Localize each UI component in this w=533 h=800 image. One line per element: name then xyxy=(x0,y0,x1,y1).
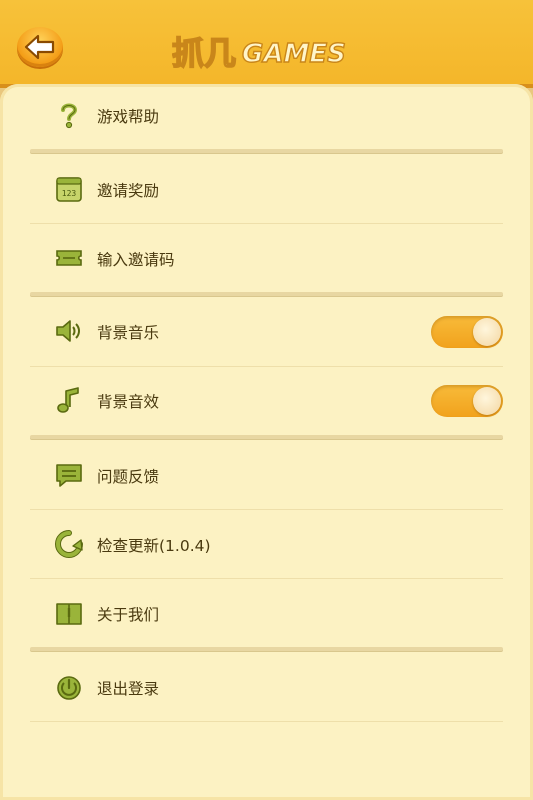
menu-item-help[interactable]: 游戏帮助 xyxy=(30,86,503,146)
refresh-icon xyxy=(55,530,83,558)
menu-label-bg-sound: 背景音效 xyxy=(97,393,160,411)
row-divider xyxy=(30,366,503,367)
app-logo: 抓几 GAMES xyxy=(171,30,362,74)
menu-item-enter-invite[interactable]: 输入邀请码 xyxy=(30,229,503,289)
menu-label-about: 关于我们 xyxy=(97,606,160,624)
menu-item-about[interactable]: 关于我们 xyxy=(30,584,503,644)
ticket-icon xyxy=(56,250,82,266)
toggle-knob xyxy=(473,318,501,346)
back-arrow-icon xyxy=(24,34,55,60)
speaker-icon xyxy=(56,320,80,342)
question-icon xyxy=(61,103,78,129)
back-button[interactable] xyxy=(17,27,63,67)
menu-item-invite-reward[interactable]: 123 邀请奖励 xyxy=(30,160,503,220)
section-divider xyxy=(30,435,503,439)
section-divider xyxy=(30,647,503,651)
message-icon xyxy=(56,464,82,487)
toggle-knob xyxy=(473,387,501,415)
row-divider xyxy=(30,509,503,510)
bg-sound-toggle[interactable] xyxy=(431,385,503,417)
logo-suffix: GAMES xyxy=(242,39,346,69)
menu-label-check-update: 检查更新(1.0.4) xyxy=(97,537,211,555)
menu-item-feedback[interactable]: 问题反馈 xyxy=(30,446,503,506)
menu-label-help: 游戏帮助 xyxy=(97,108,160,126)
menu-label-logout: 退出登录 xyxy=(97,680,160,698)
menu-label-bg-music: 背景音乐 xyxy=(97,324,160,342)
row-divider xyxy=(30,721,503,722)
menu-label-enter-invite: 输入邀请码 xyxy=(97,251,175,269)
menu-item-check-update[interactable]: 检查更新(1.0.4) xyxy=(30,515,503,575)
menu-label-invite-reward: 邀请奖励 xyxy=(97,182,160,200)
power-icon xyxy=(57,676,81,700)
section-divider xyxy=(30,149,503,153)
book-icon xyxy=(56,603,82,625)
row-divider xyxy=(30,223,503,224)
menu-item-logout[interactable]: 退出登录 xyxy=(30,658,503,718)
music-note-icon xyxy=(57,387,79,413)
calendar-123-icon: 123 xyxy=(56,177,82,202)
section-divider xyxy=(30,292,503,296)
menu-label-feedback: 问题反馈 xyxy=(97,468,160,486)
top-bar: 抓几 GAMES xyxy=(0,0,533,88)
menu-item-bg-music: 背景音乐 xyxy=(30,302,503,362)
bg-music-toggle[interactable] xyxy=(431,316,503,348)
row-divider xyxy=(30,578,503,579)
svg-text:123: 123 xyxy=(62,189,77,198)
logo-main: 抓几 xyxy=(172,34,236,72)
menu-item-bg-sound: 背景音效 xyxy=(30,371,503,431)
